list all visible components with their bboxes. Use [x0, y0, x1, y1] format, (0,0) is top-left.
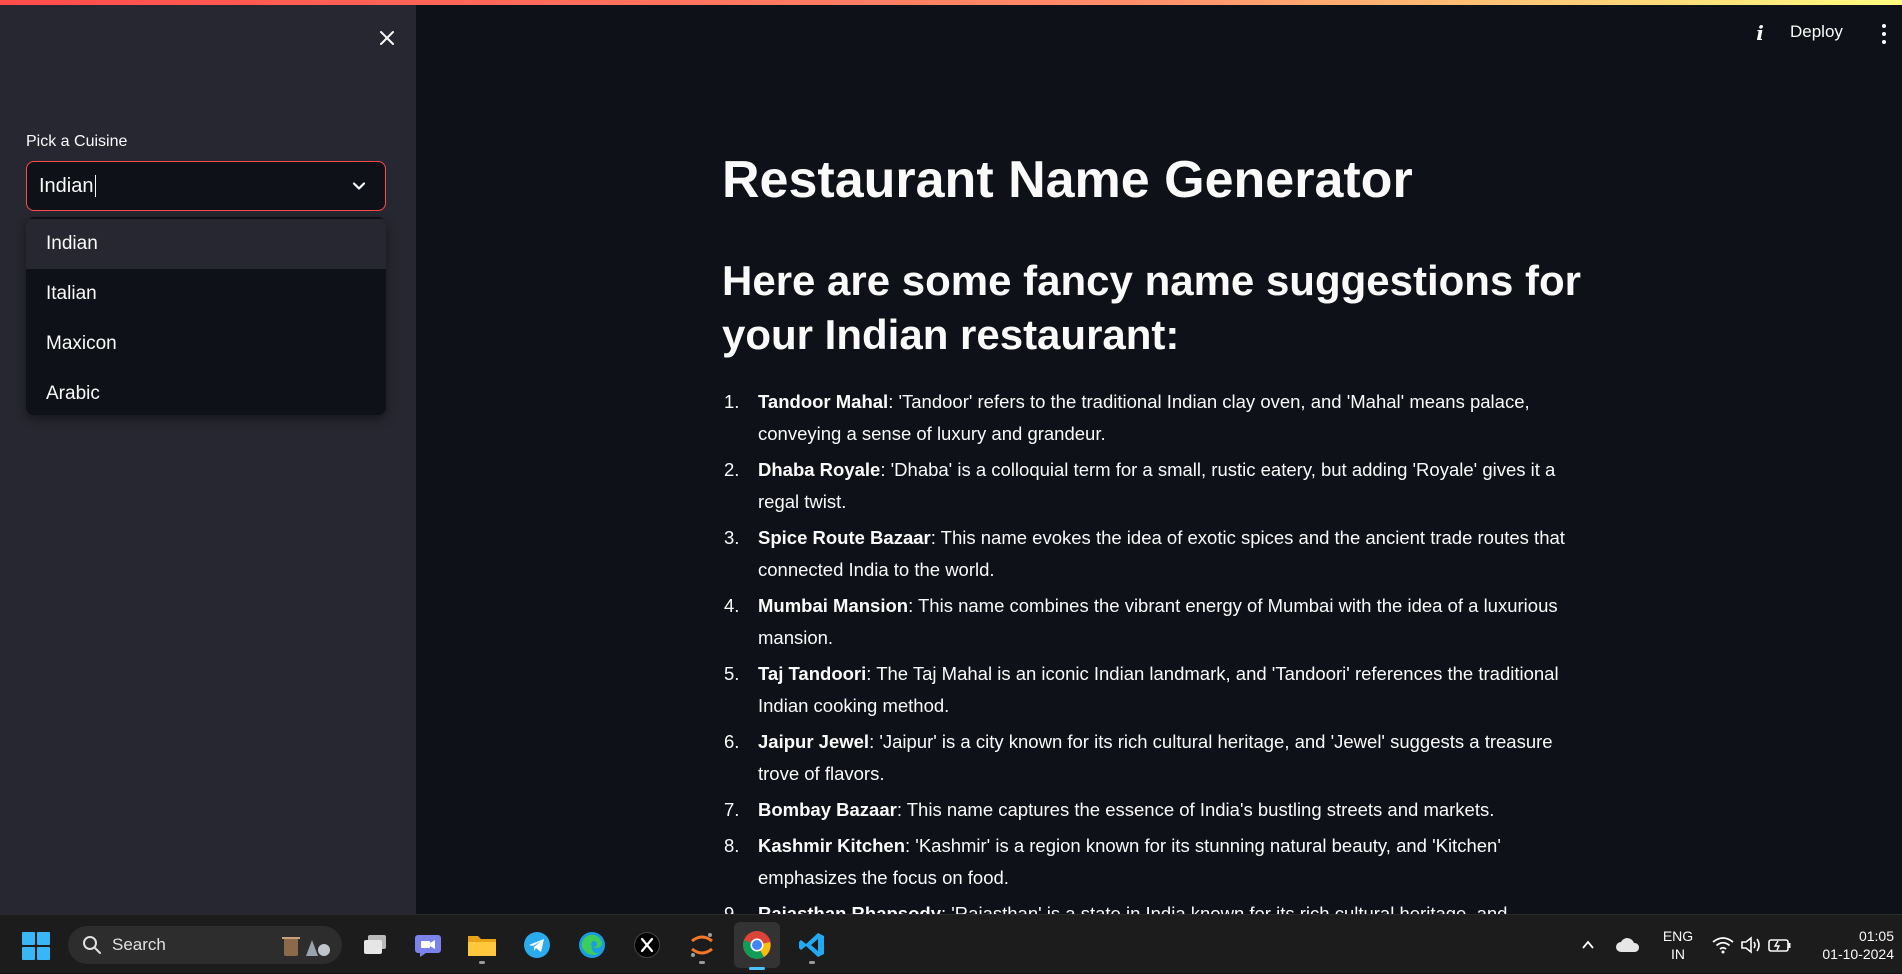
app-active-indicator	[749, 967, 765, 970]
jupyter-icon[interactable]	[685, 928, 719, 964]
page-subtitle: Here are some fancy name suggestions for…	[722, 257, 1581, 358]
region-code: IN	[1671, 946, 1685, 962]
app-running-indicator	[479, 961, 485, 964]
suggestion-item: 5. Taj Tandoori: The Taj Mahal is an icon…	[722, 658, 1582, 722]
windows-taskbar: Search ENG IN 01:05 01-10-2024	[0, 914, 1902, 973]
x-icon[interactable]	[630, 928, 664, 962]
suggestion-list: 1. Tandoor Mahal: 'Tandoor' refers to the…	[722, 386, 1582, 914]
text-cursor	[94, 175, 96, 197]
deploy-button[interactable]: Deploy	[1790, 22, 1843, 42]
suggestion-desc: : 'Rajasthan' is a state in India known …	[941, 903, 1508, 914]
suggestion-item: 3. Spice Route Bazaar: This name evokes t…	[722, 522, 1582, 586]
telegram-icon[interactable]	[520, 928, 554, 962]
dropdown-option-indian[interactable]: Indian	[26, 219, 386, 269]
app-running-indicator	[699, 961, 705, 964]
menu-dot-icon	[1882, 40, 1886, 44]
item-number: 5.	[724, 663, 740, 684]
edge-icon[interactable]	[575, 928, 609, 962]
suggestion-item: 9. Rajasthan Rhapsody: 'Rajasthan' is a s…	[722, 898, 1582, 914]
suggestion-name: Dhaba Royale	[758, 459, 881, 480]
cuisine-select-label: Pick a Cuisine	[26, 133, 128, 150]
suggestion-item: 1. Tandoor Mahal: 'Tandoor' refers to the…	[722, 386, 1582, 450]
item-number: 2.	[724, 459, 740, 480]
item-number: 9.	[724, 903, 740, 914]
page-title: Restaurant Name Generator	[722, 151, 1413, 209]
main-menu-button[interactable]	[1878, 22, 1890, 46]
suggestion-item: 4. Mumbai Mansion: This name combines the…	[722, 590, 1582, 654]
clock-time: 01:05	[1858, 928, 1894, 944]
chevron-down-icon[interactable]	[349, 176, 369, 196]
volume-icon[interactable]	[1740, 915, 1762, 974]
suggestion-name: Rajasthan Rhapsody	[758, 903, 941, 914]
info-icon[interactable]: i	[1748, 20, 1772, 46]
menu-dot-icon	[1882, 32, 1886, 36]
app-running-indicator	[809, 961, 815, 964]
item-number: 1.	[724, 391, 740, 412]
battery-icon[interactable]	[1768, 915, 1792, 974]
vscode-icon[interactable]	[795, 928, 829, 964]
menu-dot-icon	[1882, 24, 1886, 28]
suggestion-desc: : This name captures the essence of Indi…	[896, 799, 1495, 820]
suggestion-desc: : 'Jaipur' is a city known for its rich …	[758, 731, 1553, 784]
search-highlight-icon	[276, 932, 334, 958]
taskbar-clock[interactable]: 01:05 01-10-2024	[1808, 927, 1894, 963]
language-indicator[interactable]: ENG IN	[1660, 927, 1696, 963]
item-number: 7.	[724, 799, 740, 820]
sidebar: Pick a Cuisine Indian Indian Italian Max…	[0, 5, 416, 914]
main-content: Restaurant Name Generator Here are some …	[722, 0, 1582, 914]
suggestion-item: 8. Kashmir Kitchen: 'Kashmir' is a region…	[722, 830, 1582, 894]
suggestion-name: Mumbai Mansion	[758, 595, 909, 616]
dropdown-option-italian[interactable]: Italian	[26, 269, 386, 319]
dropdown-option-arabic[interactable]: Arabic	[26, 369, 386, 415]
dropdown-option-maxicon[interactable]: Maxicon	[26, 319, 386, 369]
suggestion-name: Jaipur Jewel	[758, 731, 870, 752]
cuisine-select-value[interactable]: Indian	[39, 175, 94, 198]
suggestion-name: Bombay Bazaar	[758, 799, 897, 820]
item-number: 8.	[724, 835, 740, 856]
suggestion-desc: : The Taj Mahal is an iconic Indian land…	[758, 663, 1559, 716]
cuisine-select[interactable]: Indian	[26, 161, 386, 211]
close-icon	[380, 31, 394, 45]
chrome-icon[interactable]	[734, 922, 780, 970]
search-label: Search	[112, 935, 166, 954]
task-view-icon[interactable]	[358, 928, 392, 962]
language-code: ENG	[1662, 928, 1694, 944]
item-number: 4.	[724, 595, 740, 616]
suggestion-item: 6. Jaipur Jewel: 'Jaipur' is a city known…	[722, 726, 1582, 790]
suggestion-name: Taj Tandoori	[758, 663, 867, 684]
suggestion-name: Spice Route Bazaar	[758, 527, 931, 548]
item-number: 3.	[724, 527, 740, 548]
search-icon	[83, 936, 101, 954]
tray-chevron-up-icon[interactable]	[1580, 915, 1596, 974]
file-explorer-icon[interactable]	[465, 928, 499, 964]
cuisine-dropdown: Indian Italian Maxicon Arabic	[26, 217, 386, 415]
wifi-icon[interactable]	[1712, 915, 1734, 974]
windows-start-icon[interactable]	[22, 932, 50, 960]
taskbar-search[interactable]: Search	[68, 926, 342, 964]
suggestion-item: 7. Bombay Bazaar: This name captures the …	[722, 794, 1582, 826]
item-number: 6.	[724, 731, 740, 752]
onedrive-icon[interactable]	[1616, 915, 1640, 974]
suggestion-name: Kashmir Kitchen	[758, 835, 906, 856]
close-sidebar-button[interactable]	[374, 25, 400, 51]
clock-date: 01-10-2024	[1822, 946, 1894, 962]
suggestion-item: 2. Dhaba Royale: 'Dhaba' is a colloquial …	[722, 454, 1582, 518]
suggestion-name: Tandoor Mahal	[758, 391, 889, 412]
meet-icon[interactable]	[411, 928, 445, 962]
